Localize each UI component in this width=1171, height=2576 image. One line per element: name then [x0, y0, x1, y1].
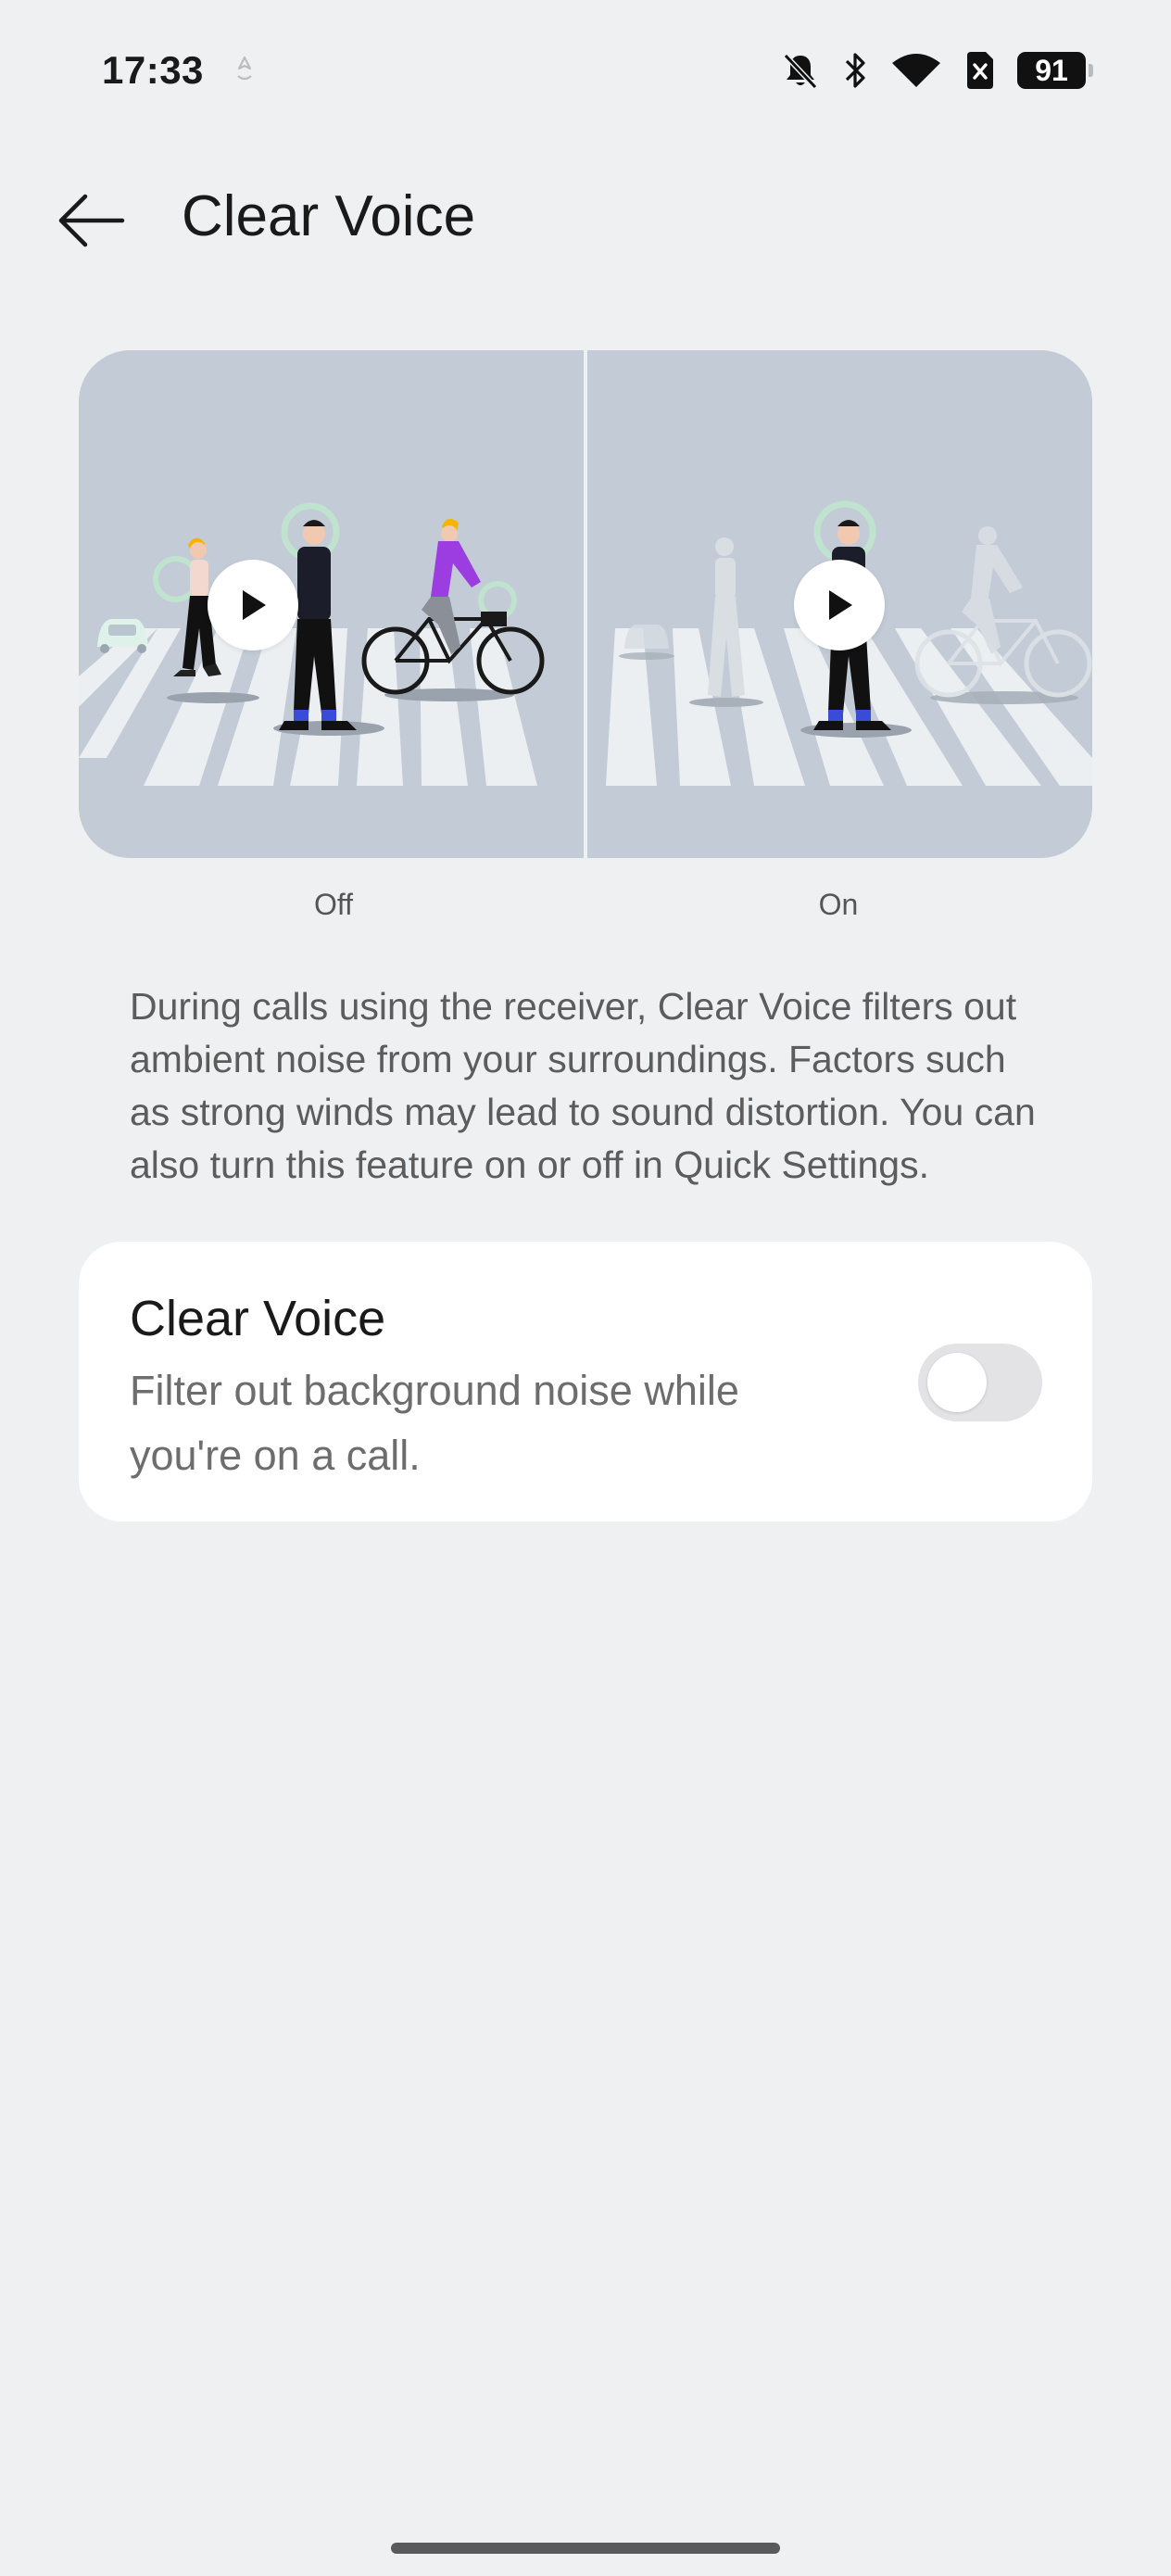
clear-voice-settings-page: 17:33 91 Clear Voice Off On During calls… [0, 0, 1171, 2576]
play-on-demo-button[interactable] [794, 560, 885, 650]
location-icon [237, 56, 252, 81]
app-header: Clear Voice [0, 167, 1171, 278]
noise-on-scene [79, 350, 584, 858]
clear-voice-setting-row[interactable]: Clear Voice Filter out background noise … [79, 1242, 1092, 1522]
bluetooth-icon [845, 53, 865, 88]
play-icon [829, 590, 852, 620]
on-caption: On [818, 888, 859, 921]
arrow-left-icon [58, 194, 125, 247]
status-bar: 17:33 91 [0, 0, 1171, 139]
clear-voice-toggle[interactable] [918, 1344, 1042, 1421]
play-off-demo-button[interactable] [208, 560, 298, 650]
toggle-knob [927, 1353, 987, 1412]
off-caption: Off [313, 888, 354, 921]
play-icon [243, 590, 266, 620]
wifi-icon [892, 54, 940, 87]
battery-icon: 91 [1017, 52, 1093, 89]
no-sim-icon [967, 52, 993, 89]
setting-title: Clear Voice [130, 1291, 386, 1346]
status-time: 17:33 [102, 48, 204, 92]
silent-icon [783, 53, 818, 90]
feature-description: During calls using the receiver, Clear V… [130, 985, 1036, 1186]
page-title: Clear Voice [182, 184, 476, 248]
home-indicator[interactable] [391, 2543, 780, 2554]
setting-subtitle: Filter out background noise while you're… [130, 1367, 739, 1479]
status-icons: 91 [780, 44, 1093, 96]
back-button[interactable] [46, 176, 135, 265]
